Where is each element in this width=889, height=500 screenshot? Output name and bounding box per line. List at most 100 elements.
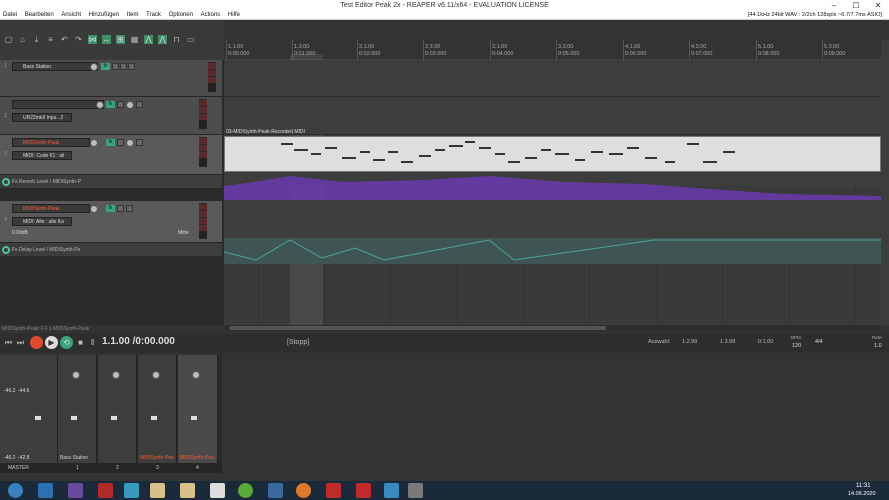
selection-start[interactable]: 1.2.99: [682, 339, 697, 345]
app-icon[interactable]: [326, 483, 341, 498]
input-selector[interactable]: MIDI: Code 61 : all: [12, 151, 72, 160]
selection-end[interactable]: 1.3.99: [720, 339, 735, 345]
volume-knob[interactable]: [90, 139, 98, 147]
envelope-button[interactable]: [136, 139, 143, 146]
chrome-icon[interactable]: [238, 483, 253, 498]
volume-knob[interactable]: [90, 205, 98, 213]
envelope-button[interactable]: [126, 205, 133, 212]
volume-fader[interactable]: [150, 415, 158, 421]
volume-knob[interactable]: [90, 63, 98, 71]
envelope-icon[interactable]: [2, 178, 10, 186]
menu-hinzufuegen[interactable]: Hinzufügen: [89, 12, 119, 18]
go-to-start-icon[interactable]: ⏮: [4, 338, 13, 347]
stop-icon[interactable]: ■: [76, 338, 85, 347]
open-project-icon[interactable]: ⌂: [18, 35, 27, 44]
mixer-strip[interactable]: Bass Station: [58, 355, 97, 463]
app-icon[interactable]: [210, 483, 225, 498]
selection-length[interactable]: 0:1.00: [758, 339, 773, 345]
track-header[interactable]: 3 MIDISynth-Peak fx MIDI: Code 61 : all: [0, 135, 222, 175]
close-button[interactable]: ✕: [867, 0, 889, 11]
new-project-icon[interactable]: ▢: [4, 35, 13, 44]
pan-knob[interactable]: [152, 371, 160, 379]
phase-button[interactable]: [128, 63, 135, 70]
undo-icon[interactable]: ↶: [60, 35, 69, 44]
grid-icon[interactable]: ⊞: [116, 35, 125, 44]
envelope-lane-header[interactable]: Fx Delay Level / MIDISynth-Pe: [0, 243, 222, 257]
reaper-icon[interactable]: [408, 483, 423, 498]
menu-bearbeiten[interactable]: Bearbeiten: [25, 12, 54, 18]
pan-knob[interactable]: [192, 371, 200, 379]
redo-icon[interactable]: ↷: [74, 35, 83, 44]
menu-actions[interactable]: Actions: [201, 12, 221, 18]
fx-button[interactable]: fx: [106, 101, 115, 108]
pan-knob[interactable]: [112, 371, 120, 379]
envelope-icon[interactable]: [2, 246, 10, 254]
vertical-scrollbar[interactable]: [881, 40, 889, 325]
volume-fader[interactable]: [190, 415, 198, 421]
go-to-end-icon[interactable]: ⏭: [16, 338, 25, 347]
lock-icon[interactable]: ⊓: [172, 35, 181, 44]
input-selector[interactable]: MIDI: Alle : alle Ka: [12, 217, 72, 226]
auto-crossfade-icon[interactable]: ⋀: [144, 35, 153, 44]
menu-hilfe[interactable]: Hilfe: [228, 12, 240, 18]
folder-icon[interactable]: [180, 483, 195, 498]
midi-item[interactable]: 03-MIDISynth-Peak-Recorded MIDI: [224, 129, 881, 172]
lock-settings-icon[interactable]: ▭: [186, 35, 195, 44]
envelope-button[interactable]: [136, 101, 143, 108]
pan-knob[interactable]: [126, 101, 134, 109]
pan-knob[interactable]: [72, 371, 80, 379]
record-button[interactable]: [30, 336, 43, 349]
route-button[interactable]: [117, 205, 124, 212]
start-button-icon[interactable]: [8, 483, 23, 498]
firefox-icon[interactable]: [296, 483, 311, 498]
maximize-button[interactable]: ☐: [845, 0, 867, 11]
track-header[interactable]: 4 MIDISynth-Peak fx MIDI: Alle : alle Ka…: [0, 201, 222, 243]
track-header[interactable]: 2 fx UR22mkII Inpu...2: [0, 97, 222, 135]
menu-track[interactable]: Track: [146, 12, 161, 18]
horizontal-scrollbar[interactable]: [224, 325, 881, 331]
pan-knob[interactable]: [126, 139, 134, 147]
scroll-thumb[interactable]: [230, 326, 606, 330]
route-button[interactable]: [112, 63, 119, 70]
time-signature[interactable]: 4/4: [815, 339, 823, 345]
clock-date[interactable]: 14.06.2020: [848, 491, 876, 497]
track-header[interactable]: 1 Bass Station fx: [0, 60, 222, 97]
envelope-lane-header[interactable]: Fx Reverb Level / MIDISynth-P: [0, 175, 222, 189]
track-name[interactable]: MIDISynth-Peak: [12, 204, 90, 213]
audio-status[interactable]: [44.1kHz 24bit WAV : 2/2ch 128spls ~6.7/…: [748, 11, 882, 20]
track-lane[interactable]: [224, 97, 881, 135]
project-settings-icon[interactable]: ≡: [46, 35, 55, 44]
menu-ansicht[interactable]: Ansicht: [61, 12, 81, 18]
loop-button[interactable]: ⟲: [60, 336, 73, 349]
snap-icon[interactable]: ▦: [130, 35, 139, 44]
mixer-strip[interactable]: [98, 355, 137, 463]
master-fader[interactable]: [34, 415, 42, 421]
app-icon[interactable]: [68, 483, 83, 498]
fx-button[interactable]: fx: [106, 139, 115, 146]
position-display[interactable]: 1.1.00 /0:00.000: [102, 336, 175, 347]
clock-time[interactable]: 11:31: [856, 483, 871, 489]
menu-optionen[interactable]: Optionen: [169, 12, 193, 18]
input-selector[interactable]: UR22mkII Inpu...2: [12, 113, 72, 122]
envelope-button[interactable]: [120, 63, 127, 70]
app-icon[interactable]: [268, 483, 283, 498]
save-project-icon[interactable]: ⤓: [32, 35, 41, 44]
pause-icon[interactable]: ‖: [88, 338, 97, 347]
volume-fader[interactable]: [110, 415, 118, 421]
menu-item[interactable]: Item: [127, 12, 139, 18]
track-lane[interactable]: [224, 60, 881, 97]
folder-icon[interactable]: [150, 483, 165, 498]
fx-button[interactable]: fx: [101, 63, 110, 70]
track-name[interactable]: [12, 100, 104, 109]
route-button[interactable]: [117, 101, 124, 108]
envelope-points-icon[interactable]: ⋀: [158, 35, 167, 44]
volume-knob[interactable]: [96, 101, 104, 109]
track-name[interactable]: Bass Station: [12, 62, 98, 71]
acrobat-icon[interactable]: [356, 483, 371, 498]
arrange-view[interactable]: 1.1.00 0:00.000 1.3.00 0:01.000 2.1.00 0…: [224, 40, 881, 325]
track-name[interactable]: MIDISynth-Peak: [12, 138, 90, 147]
bpm-value[interactable]: 120: [792, 343, 801, 349]
app-icon[interactable]: [384, 483, 399, 498]
fx-button[interactable]: fx: [106, 205, 115, 212]
mixer-strip[interactable]: MIDISynth-Pea: [178, 355, 218, 463]
